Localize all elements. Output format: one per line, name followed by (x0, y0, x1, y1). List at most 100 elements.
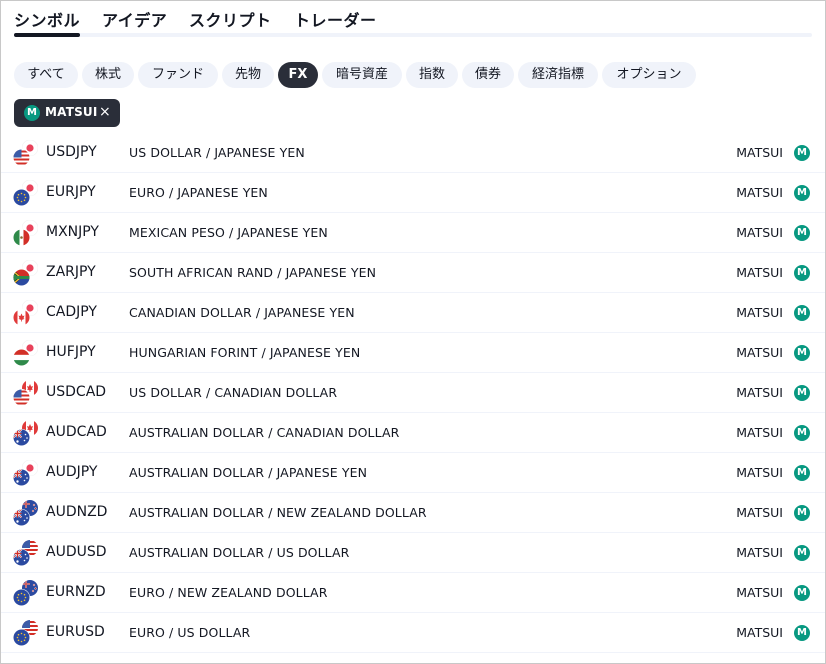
chip-futures[interactable]: 先物 (222, 62, 274, 88)
chip-options[interactable]: オプション (602, 62, 696, 88)
symbol-source: MATSUI (736, 345, 783, 360)
symbol-description: SOUTH AFRICAN RAND / JAPANESE YEN (129, 265, 377, 280)
currency-pair-flags (13, 220, 39, 246)
chip-forex[interactable]: FX (278, 62, 318, 88)
mexico-flag-icon (13, 229, 30, 246)
chip-bonds[interactable]: 債券 (462, 62, 514, 88)
us-flag-icon (13, 149, 30, 166)
south-africa-flag-icon (13, 269, 30, 286)
symbol-ticker: EURJPY (46, 184, 96, 200)
currency-pair-flags (13, 300, 39, 326)
currency-pair-flags (13, 580, 39, 606)
symbol-description: CANADIAN DOLLAR / JAPANESE YEN (129, 305, 355, 320)
hungary-flag-icon (13, 349, 30, 366)
symbol-source: MATSUI (736, 465, 783, 480)
symbol-row[interactable]: EURJPY EURO / JAPANESE YEN MATSUI M (1, 173, 825, 213)
broker-badge-icon: M (794, 385, 810, 401)
symbol-description: AUSTRALIAN DOLLAR / CANADIAN DOLLAR (129, 425, 400, 440)
chip-crypto[interactable]: 暗号資産 (322, 62, 402, 88)
broker-badge-icon: M (794, 425, 810, 441)
symbol-ticker: USDCAD (46, 384, 107, 400)
australia-flag-icon (13, 509, 30, 526)
symbol-row[interactable]: AUDCAD AUSTRALIAN DOLLAR / CANADIAN DOLLA… (1, 413, 825, 453)
symbol-row[interactable]: EURUSD EURO / US DOLLAR MATSUI M (1, 613, 825, 653)
symbol-row[interactable]: USDJPY US DOLLAR / JAPANESE YEN MATSUI M (1, 133, 825, 173)
tab-ideas[interactable]: アイデア (102, 7, 167, 31)
symbol-description: US DOLLAR / JAPANESE YEN (129, 145, 305, 160)
symbol-description: EURO / JAPANESE YEN (129, 185, 268, 200)
symbol-description: HUNGARIAN FORINT / JAPANESE YEN (129, 345, 361, 360)
broker-badge-icon: M (794, 585, 810, 601)
symbol-row[interactable]: HUFJPY HUNGARIAN FORINT / JAPANESE YEN MAT… (1, 333, 825, 373)
symbol-ticker: AUDCAD (46, 424, 107, 440)
broker-badge-icon: M (794, 305, 810, 321)
tab-traders[interactable]: トレーダー (294, 7, 377, 31)
symbol-description: AUSTRALIAN DOLLAR / NEW ZEALAND DOLLAR (129, 505, 427, 520)
symbol-description: AUSTRALIAN DOLLAR / JAPANESE YEN (129, 465, 368, 480)
broker-badge-icon: M (794, 625, 810, 641)
symbol-description: US DOLLAR / CANADIAN DOLLAR (129, 385, 338, 400)
broker-badge-icon: M (24, 105, 40, 121)
symbol-description: MEXICAN PESO / JAPANESE YEN (129, 225, 328, 240)
chip-funds[interactable]: ファンド (138, 62, 218, 88)
symbol-row[interactable]: AUDUSD AUSTRALIAN DOLLAR / US DOLLAR MATSU… (1, 533, 825, 573)
symbol-description: AUSTRALIAN DOLLAR / US DOLLAR (129, 545, 350, 560)
chip-economy[interactable]: 経済指標 (518, 62, 598, 88)
currency-pair-flags (13, 500, 39, 526)
currency-pair-flags (13, 420, 39, 446)
broker-badge-icon: M (794, 225, 810, 241)
symbol-source: MATSUI (736, 385, 783, 400)
chip-indices[interactable]: 指数 (406, 62, 458, 88)
symbol-row[interactable]: MXNJPY MEXICAN PESO / JAPANESE YEN MATSUI M (1, 213, 825, 253)
symbol-ticker: AUDJPY (46, 464, 98, 480)
australia-flag-icon (13, 429, 30, 446)
symbol-ticker: EURUSD (46, 624, 105, 640)
search-tabs: シンボル アイデア スクリプト トレーダー (14, 1, 812, 37)
symbol-source: MATSUI (736, 585, 783, 600)
broker-badge-icon: M (794, 345, 810, 361)
tabs-track (14, 33, 812, 37)
symbol-row[interactable]: AUDNZD AUSTRALIAN DOLLAR / NEW ZEALAND DO… (1, 493, 825, 533)
source-filter-label: MATSUI (45, 105, 98, 119)
symbol-ticker: AUDUSD (46, 544, 107, 560)
symbol-source: MATSUI (736, 505, 783, 520)
symbol-search-panel: シンボル アイデア スクリプト トレーダー すべて 株式 ファンド 先物 FX … (0, 0, 826, 664)
symbol-row[interactable]: CADJPY CANADIAN DOLLAR / JAPANESE YEN MATS… (1, 293, 825, 333)
currency-pair-flags (13, 540, 39, 566)
symbol-ticker: EURNZD (46, 584, 106, 600)
broker-badge-icon: M (794, 265, 810, 281)
symbol-ticker: AUDNZD (46, 504, 108, 520)
symbol-row[interactable]: USDCAD US DOLLAR / CANADIAN DOLLAR MATSUI M (1, 373, 825, 413)
symbol-ticker: CADJPY (46, 304, 97, 320)
currency-pair-flags (13, 140, 39, 166)
symbol-row[interactable]: AUDJPY AUSTRALIAN DOLLAR / JAPANESE YEN MA… (1, 453, 825, 493)
australia-flag-icon (13, 549, 30, 566)
symbol-source: MATSUI (736, 625, 783, 640)
symbol-row[interactable]: ZARJPY SOUTH AFRICAN RAND / JAPANESE YEN M… (1, 253, 825, 293)
broker-badge-icon: M (794, 545, 810, 561)
broker-badge-icon: M (794, 145, 810, 161)
tab-symbols[interactable]: シンボル (14, 7, 81, 37)
symbol-row[interactable]: EURNZD EURO / NEW ZEALAND DOLLAR MATSUI M (1, 573, 825, 613)
symbol-source: MATSUI (736, 545, 783, 560)
source-filter-tag[interactable]: M MATSUI × (14, 99, 120, 127)
eu-flag-icon (13, 629, 30, 646)
symbol-ticker: USDJPY (46, 144, 97, 160)
us-flag-icon (13, 389, 30, 406)
symbol-ticker: MXNJPY (46, 224, 99, 240)
currency-pair-flags (13, 620, 39, 646)
symbol-source: MATSUI (736, 185, 783, 200)
tab-scripts[interactable]: スクリプト (189, 7, 272, 31)
close-icon[interactable]: × (99, 104, 111, 120)
symbol-ticker: ZARJPY (46, 264, 96, 280)
broker-badge-icon: M (794, 185, 810, 201)
symbol-source: MATSUI (736, 265, 783, 280)
australia-flag-icon (13, 469, 30, 486)
symbol-description: EURO / US DOLLAR (129, 625, 251, 640)
currency-pair-flags (13, 380, 39, 406)
chip-all[interactable]: すべて (14, 62, 78, 88)
broker-badge-icon: M (794, 505, 810, 521)
eu-flag-icon (13, 189, 30, 206)
currency-pair-flags (13, 340, 39, 366)
chip-stocks[interactable]: 株式 (82, 62, 134, 88)
